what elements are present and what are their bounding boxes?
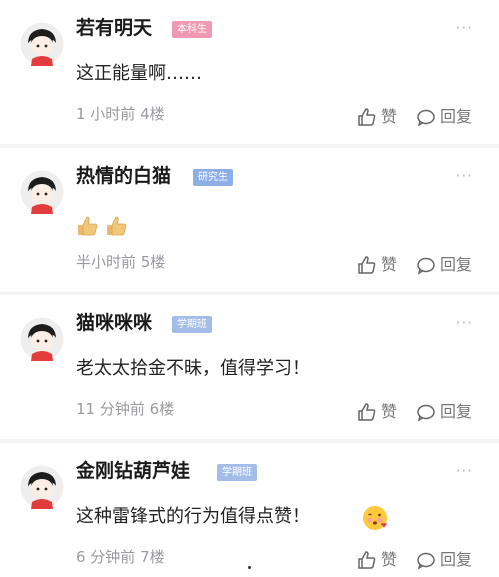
username[interactable]: 金刚钻葫芦娃 [76,456,190,486]
reply-label: 回复 [440,401,473,421]
avatar[interactable] [20,465,64,509]
thumbs-up-emoji [78,216,98,236]
username[interactable]: 热情的白猫 [76,161,171,191]
blowing-kiss-emoji [363,506,387,530]
thumbs-up-emoji [107,216,127,236]
reply-button[interactable]: 回复 [416,104,472,128]
comment-item: 猫咪咪咪 学期班 ··· 老太太拾金不昧，值得学习！ 11 分钟前 6楼 赞 回… [0,295,499,439]
thumbs-up-icon [358,107,376,126]
comment-meta: 6 分钟前 7楼 [76,548,165,566]
user-badge: 研究生 [193,169,233,186]
avatar[interactable] [20,317,64,361]
reply-bubble-icon [417,404,435,422]
comment-item: 热情的白猫 研究生 ··· 半小时前 5楼 赞 回复 [0,148,499,291]
user-badge: 学期班 [172,316,212,333]
reply-bubble-icon [417,552,435,570]
reply-button[interactable]: 回复 [416,399,472,423]
more-options-icon[interactable]: ··· [456,462,473,480]
like-button[interactable]: 赞 [357,547,397,571]
thumbs-up-icon [358,255,376,274]
like-label: 赞 [381,254,398,274]
comment-meta: 1 小时前 4楼 [76,105,165,123]
more-options-icon[interactable]: ··· [456,19,473,37]
like-button[interactable]: 赞 [357,104,397,128]
reply-label: 回复 [440,254,473,274]
comment-meta: 半小时前 5楼 [76,253,166,271]
username[interactable]: 若有明天 [76,13,152,43]
thumbs-up-icon [358,550,376,569]
reply-bubble-icon [417,257,435,275]
comment-item: 若有明天 本科生 ··· 这正能量啊…… 1 小时前 4楼 赞 回复 [0,0,499,144]
reply-label: 回复 [440,106,473,126]
like-label: 赞 [381,549,398,569]
comment-emoji [76,214,129,242]
user-badge: 本科生 [172,21,212,38]
thumbs-up-icon [358,402,376,421]
avatar[interactable] [20,170,64,214]
more-options-icon[interactable]: ··· [456,314,473,332]
reply-label: 回复 [440,549,473,569]
reply-bubble-icon [417,109,435,127]
page-indicator-dot [248,566,251,569]
comment-item: 金刚钻葫芦娃 学期班 ··· 这种雷锋式的行为值得点赞！ 6 分钟前 7楼 赞 … [0,443,499,577]
user-badge: 学期班 [217,464,257,481]
comment-text: 老太太拾金不昧，值得学习！ [76,358,310,379]
comment-text: 这正能量啊…… [76,63,202,84]
comment-feed: 若有明天 本科生 ··· 这正能量啊…… 1 小时前 4楼 赞 回复 热情的白猫… [0,0,499,577]
reply-button[interactable]: 回复 [416,547,472,571]
avatar[interactable] [20,22,64,66]
like-button[interactable]: 赞 [357,399,397,423]
reply-button[interactable]: 回复 [416,252,472,276]
like-label: 赞 [381,106,398,126]
comment-text: 这种雷锋式的行为值得点赞！ [76,506,310,527]
like-label: 赞 [381,401,398,421]
username[interactable]: 猫咪咪咪 [76,308,152,338]
like-button[interactable]: 赞 [357,252,397,276]
more-options-icon[interactable]: ··· [456,167,473,185]
comment-meta: 11 分钟前 6楼 [76,400,175,418]
